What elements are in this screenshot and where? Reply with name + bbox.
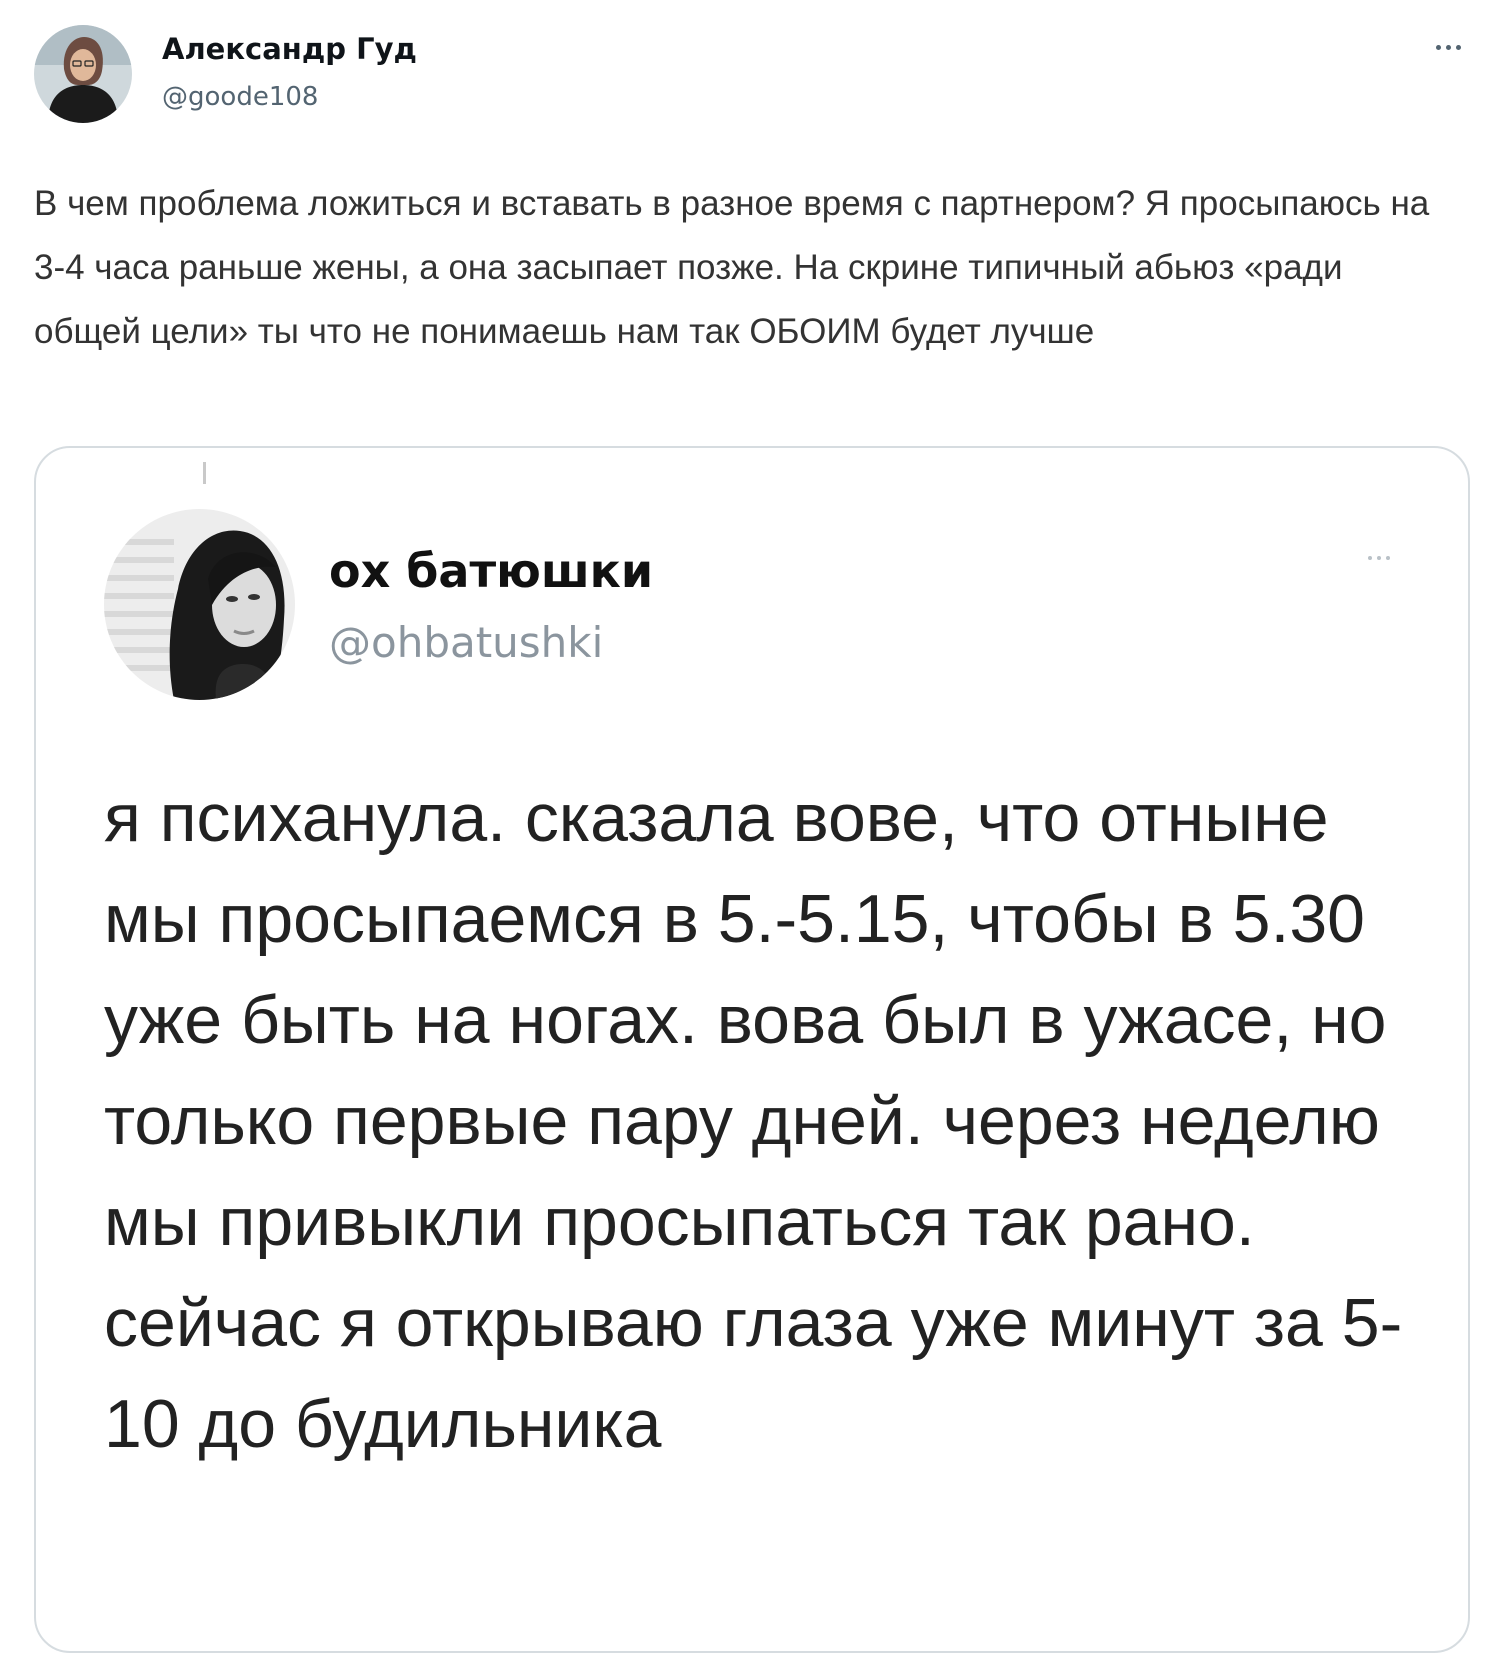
author-avatar[interactable] (34, 25, 132, 123)
divider (203, 462, 206, 484)
author-handle[interactable]: @goode108 (162, 82, 318, 112)
more-options-button[interactable] (1424, 30, 1472, 64)
quoted-author-avatar[interactable] (104, 509, 295, 700)
author-name[interactable]: Александр Гуд (162, 32, 417, 66)
quoted-tweet-text: я психанула. сказала вове, что отныне мы… (104, 780, 1403, 1462)
quoted-tweet-card[interactable]: ох батюшки @ohbatushki я психанула. сказ… (34, 446, 1470, 1653)
quoted-author-handle[interactable]: @ohbatushki (329, 618, 603, 667)
more-horizontal-icon (1435, 44, 1461, 50)
tweet: Александр Гуд @goode108 В чем проблема л… (0, 0, 1500, 1679)
quoted-author-name[interactable]: ох батюшки (329, 544, 653, 598)
quoted-more-options-button[interactable] (1354, 548, 1404, 568)
tweet-text: В чем проблема ложиться и вставать в раз… (34, 184, 1430, 351)
more-horizontal-icon (1368, 556, 1390, 560)
